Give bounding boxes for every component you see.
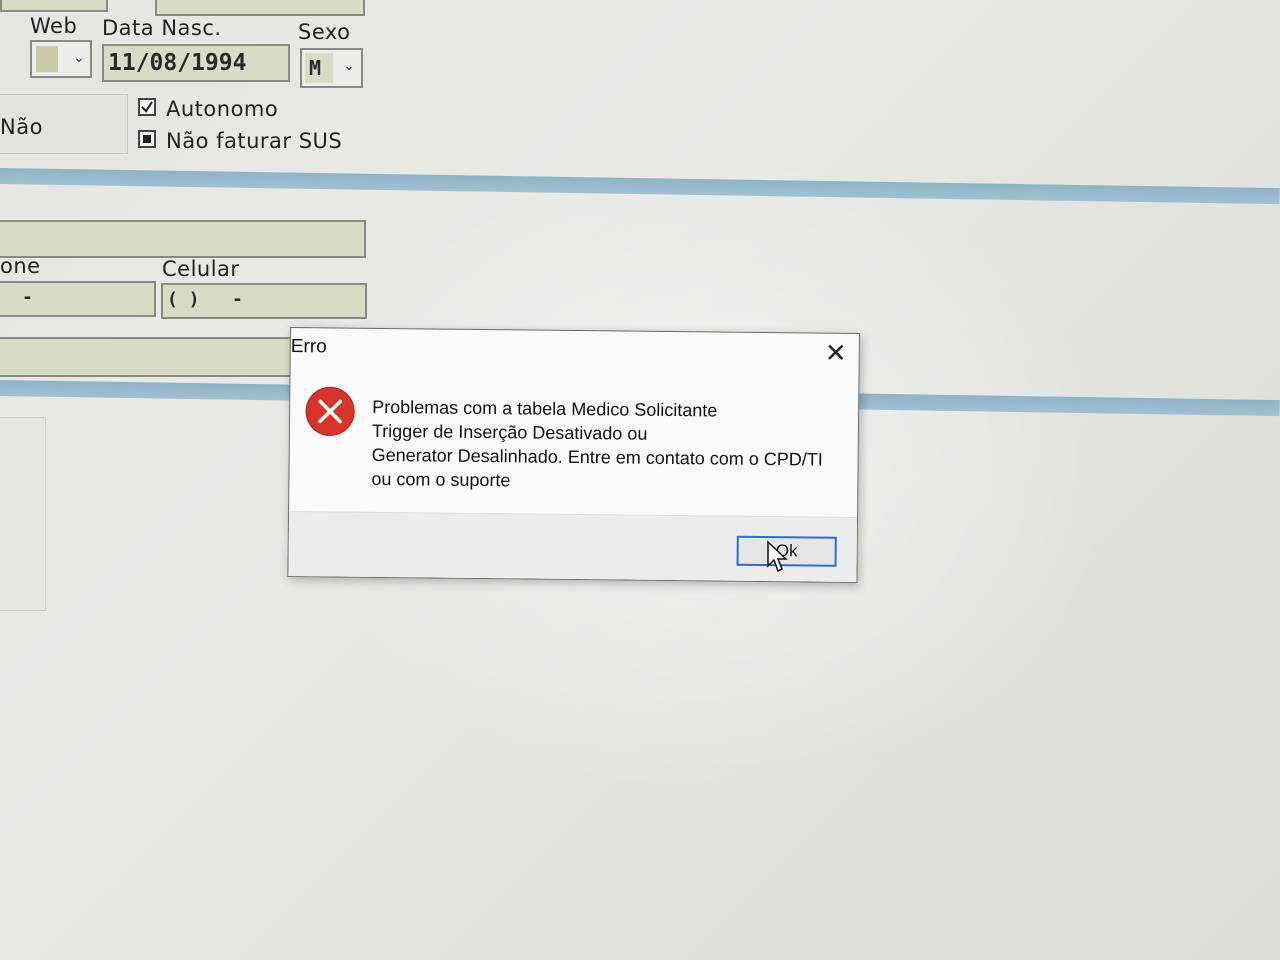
top-partial-field-right[interactable] [155,0,365,16]
data-nasc-value: 11/08/1994 [108,50,247,76]
sexo-combo[interactable]: M ⌄ [300,48,363,88]
sexo-label: Sexo [298,20,351,44]
nao-faturar-sus-label: Não faturar SUS [166,129,343,153]
web-combo-value [36,46,58,72]
error-message: Problemas com a tabela Medico Solicitant… [371,395,842,496]
checkmark-icon [141,101,153,113]
email-field[interactable] [0,337,296,377]
chevron-down-icon[interactable]: ⌄ [338,58,360,74]
top-partial-field-left[interactable] [0,0,108,12]
section-band-top [0,168,1280,205]
autonomo-label: Autonomo [166,97,279,121]
data-nasc-field[interactable]: 11/08/1994 [102,44,290,82]
left-panel [0,417,46,611]
web-combo[interactable]: ⌄ [30,40,92,78]
sexo-value: M [309,56,322,80]
celular-field[interactable]: ( ) - [161,283,367,319]
error-icon [305,386,355,436]
fone-field[interactable]: - [0,281,156,317]
nao-group: Não [0,94,128,154]
screen: Web ⌄ Data Nasc. 11/08/1994 Sexo M ⌄ Não… [0,0,1280,960]
chevron-down-icon[interactable]: ⌄ [68,50,90,66]
nao-label: Não [0,115,43,139]
address-field[interactable] [0,220,366,258]
celular-value: ( ) - [167,289,243,310]
web-label: Web [30,14,78,38]
celular-label: Celular [162,257,240,281]
close-icon[interactable]: ✕ [823,339,849,369]
data-nasc-label: Data Nasc. [102,16,222,40]
nao-faturar-sus-checkbox[interactable] [138,130,156,148]
autonomo-checkbox[interactable] [138,98,156,116]
message-line: ou com o suporte [371,468,511,491]
dialog-title: Erro [290,336,327,358]
mouse-cursor-icon [767,540,788,573]
indeterminate-mark [143,135,151,143]
fone-value: - [22,287,33,308]
sexo-combo-value-box: M [305,53,333,83]
fone-label: one [0,254,41,278]
